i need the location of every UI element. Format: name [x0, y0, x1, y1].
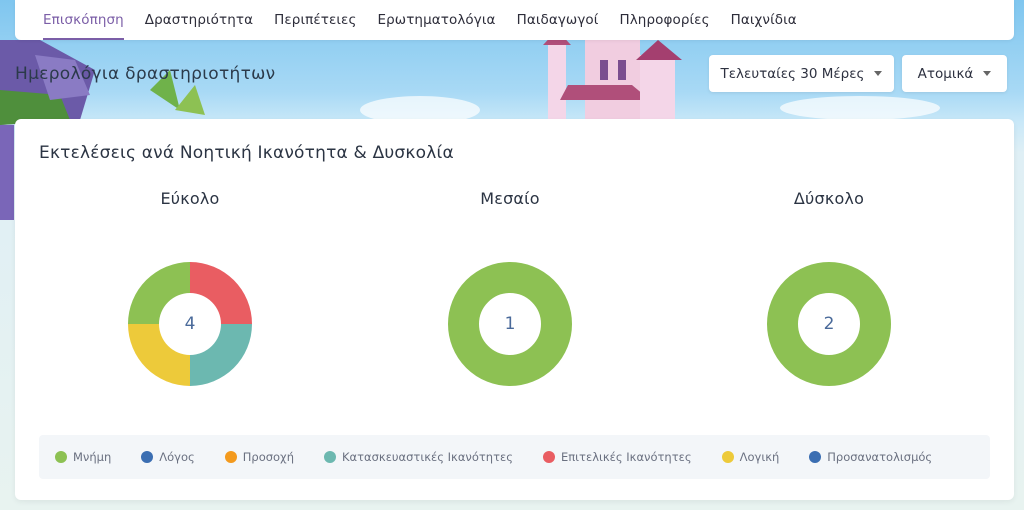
legend-item-orientation[interactable]: Προσανατολισμός	[809, 450, 932, 464]
caret-down-icon	[874, 71, 883, 76]
legend-dot-icon	[224, 451, 237, 463]
chart-title-easy: Εύκολο	[160, 189, 220, 208]
executions-card: Εκτελέσεις ανά Νοητική Ικανότητα & Δυσκο…	[15, 119, 1014, 500]
chart-legend: Μνήμη Λόγος Προσοχή Κατασκευαστικές Ικαν…	[39, 435, 990, 479]
top-navigation: Επισκόπηση Δραστηριότητα Περιπέτειες Ερω…	[15, 0, 1014, 40]
legend-item-logic[interactable]: Λογική	[721, 450, 780, 464]
legend-item-speech[interactable]: Λόγος	[141, 450, 195, 464]
donut-center-value: 4	[184, 314, 196, 334]
legend-label: Κατασκευαστικές Ικανότητες	[342, 450, 513, 464]
donut-center-value: 1	[504, 314, 516, 334]
mode-dropdown-label: Ατομικά	[917, 65, 974, 82]
hard-chart: Δύσκολο 2	[729, 189, 929, 386]
nav-tab-educators[interactable]: Παιδαγωγοί	[517, 0, 599, 40]
chart-title-hard: Δύσκολο	[793, 189, 865, 208]
period-dropdown[interactable]: Τελευταίες 30 Μέρες	[709, 55, 894, 92]
legend-label: Επιτελικές Ικανότητες	[560, 450, 692, 464]
donut-center-value: 2	[823, 314, 835, 334]
legend-dot-icon	[55, 451, 67, 463]
mode-dropdown[interactable]: Ατομικά	[902, 55, 1007, 92]
legend-label: Λογική	[739, 450, 780, 464]
nav-tab-adventures[interactable]: Περιπέτειες	[274, 0, 356, 40]
legend-dot-icon	[542, 451, 555, 463]
easy-chart: Εύκολο 4	[90, 189, 290, 386]
nav-tab-activity[interactable]: Δραστηριότητα	[145, 0, 253, 40]
nav-tab-questionnaires[interactable]: Ερωτηματολόγια	[377, 0, 495, 40]
legend-item-memory[interactable]: Μνήμη	[55, 450, 111, 464]
legend-label: Μνήμη	[73, 450, 112, 464]
legend-dot-icon	[721, 451, 734, 463]
legend-label: Προσοχή	[242, 450, 294, 464]
page-title: Ημερολόγια δραστηριοτήτων	[15, 64, 276, 84]
card-title: Εκτελέσεις ανά Νοητική Ικανότητα & Δυσκο…	[39, 143, 454, 163]
nav-tab-overview[interactable]: Επισκόπηση	[43, 0, 124, 40]
nav-tab-information[interactable]: Πληροφορίες	[619, 0, 709, 40]
legend-item-constructive[interactable]: Κατασκευαστικές Ικανότητες	[324, 450, 513, 464]
legend-label: Προσανατολισμός	[827, 450, 933, 464]
legend-dot-icon	[324, 451, 336, 463]
period-dropdown-label: Τελευταίες 30 Μέρες	[720, 65, 865, 82]
caret-down-icon	[983, 71, 992, 76]
chart-title-medium: Μεσαίο	[480, 189, 540, 208]
legend-label: Λόγος	[159, 450, 195, 464]
nav-tab-games[interactable]: Παιχνίδια	[731, 0, 797, 40]
legend-dot-icon	[809, 451, 822, 463]
legend-dot-icon	[141, 451, 154, 463]
medium-chart: Μεσαίο 1	[410, 189, 610, 386]
legend-item-executive[interactable]: Επιτελικές Ικανότητες	[542, 450, 692, 464]
legend-item-attention[interactable]: Προσοχή	[224, 450, 294, 464]
